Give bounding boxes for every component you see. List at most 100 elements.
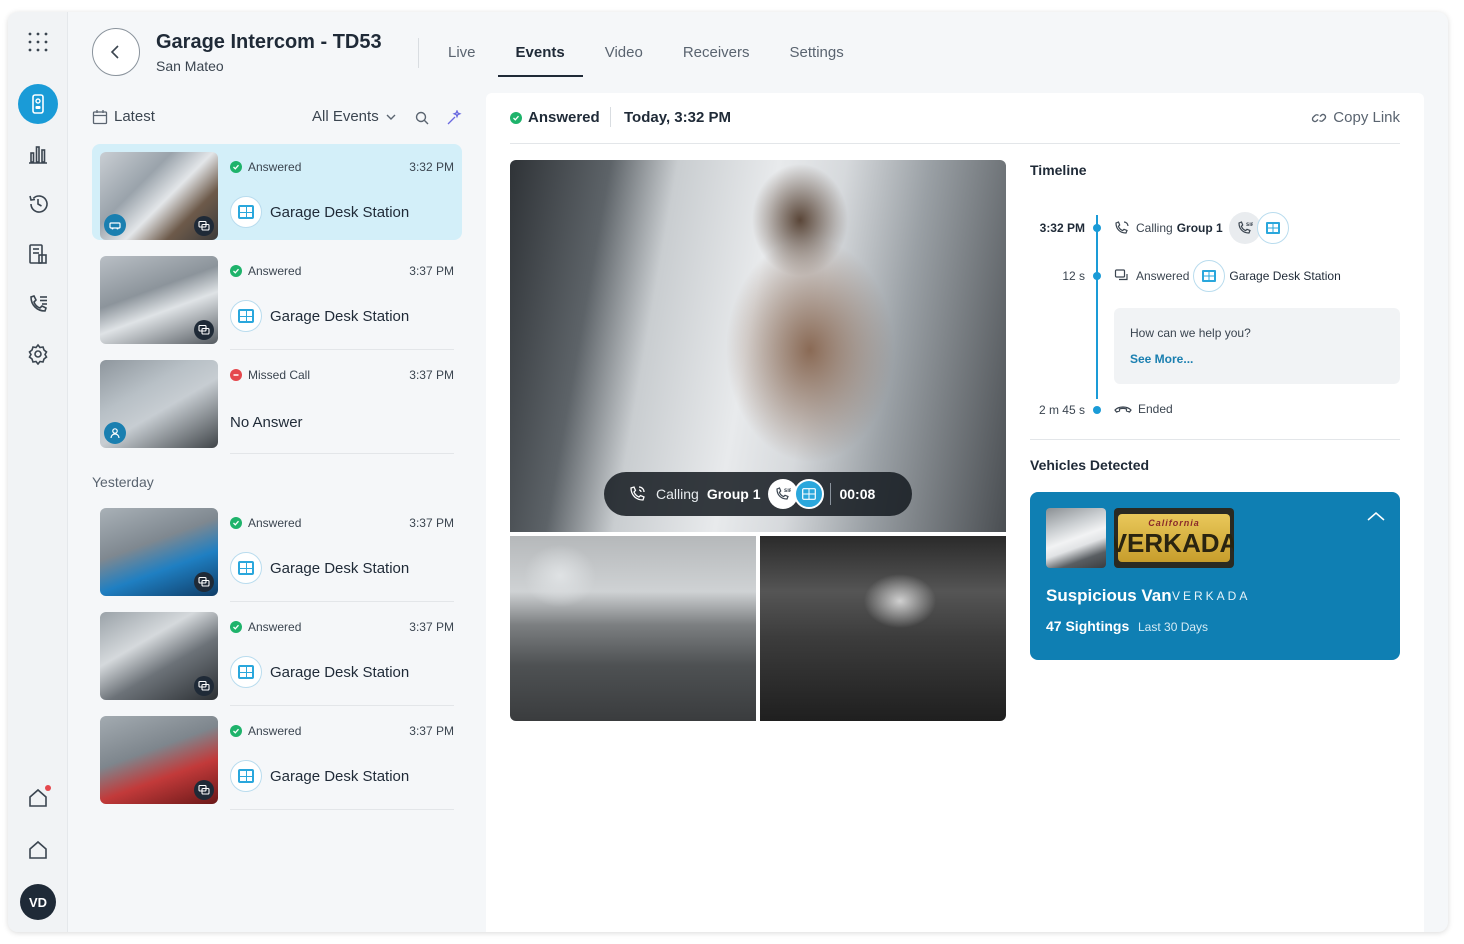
call-duration: 00:08	[839, 486, 876, 502]
event-filter-dropdown[interactable]: All Events	[312, 108, 397, 125]
apps-grid-icon[interactable]	[18, 22, 58, 62]
call-list-icon[interactable]	[18, 284, 58, 324]
desk-station-icon	[1193, 260, 1226, 292]
chevron-left-icon	[110, 45, 119, 59]
copy-link-button[interactable]: Copy Link	[1311, 109, 1400, 126]
event-thumbnail	[100, 256, 218, 344]
desk-station-icon	[230, 656, 262, 688]
check-circle-icon	[230, 725, 242, 737]
event-thumbnail	[100, 508, 218, 596]
history-icon[interactable]	[18, 184, 58, 224]
hang-up-icon	[1114, 406, 1132, 413]
tab-receivers[interactable]: Receivers	[665, 34, 768, 77]
header-divider	[418, 38, 419, 68]
event-list-item[interactable]: Answered 3:32 PM Garage Desk Station	[92, 144, 462, 240]
message-bubble: How can we help you? See More...	[1114, 308, 1400, 384]
event-destination: Garage Desk Station	[230, 656, 409, 688]
sip-phone-icon: SIP	[1228, 212, 1261, 244]
svg-text:SIP: SIP	[784, 488, 791, 494]
garage-camera-feed-2[interactable]	[760, 536, 1006, 721]
overlay-group-label: Group 1	[706, 486, 761, 502]
garage-camera-feed-1[interactable]	[510, 536, 756, 721]
timeline-dot	[1093, 406, 1101, 414]
search-icon[interactable]	[412, 108, 432, 128]
desk-station-icon	[1256, 212, 1289, 244]
chat-badge-icon	[194, 780, 214, 800]
call-status-overlay: Calling Group 1 SIP 00:08	[604, 472, 912, 516]
calendar-icon	[92, 109, 108, 124]
page-subtitle: San Mateo	[156, 58, 224, 74]
home-icon[interactable]	[18, 830, 58, 870]
vehicle-plate-text: VERKADA	[1172, 589, 1251, 603]
vehicle-card[interactable]: California VERKADA Suspicious Van VERKADA…	[1030, 492, 1400, 660]
timeline-heading: Timeline	[1030, 162, 1087, 178]
check-circle-icon	[230, 517, 242, 529]
event-time: 3:32 PM	[409, 160, 454, 174]
event-time: 3:37 PM	[409, 264, 454, 278]
vehicle-name: Suspicious Van	[1046, 586, 1172, 605]
back-button[interactable]	[92, 28, 140, 76]
check-circle-icon	[510, 111, 522, 124]
chevron-down-icon	[386, 114, 396, 120]
detail-timestamp: Today, 3:32 PM	[624, 109, 731, 126]
event-destination: Garage Desk Station	[230, 300, 409, 332]
user-avatar[interactable]: VD	[20, 884, 56, 920]
tab-events[interactable]: Events	[497, 34, 583, 77]
intercom-icon[interactable]	[18, 84, 58, 124]
chevron-up-icon[interactable]	[1366, 510, 1386, 522]
tab-live[interactable]: Live	[430, 34, 494, 77]
vehicles-heading: Vehicles Detected	[1030, 457, 1150, 473]
chat-badge-icon	[194, 216, 214, 236]
reports-icon[interactable]	[18, 234, 58, 274]
svg-text:SIP: SIP	[1246, 222, 1253, 228]
event-list-item[interactable]: Answered 3:37 PM Garage Desk Station	[92, 708, 462, 810]
tab-video[interactable]: Video	[587, 34, 661, 77]
section-heading-yesterday: Yesterday	[92, 474, 154, 490]
check-circle-icon	[230, 161, 242, 173]
vehicle-sightings: 47 Sightings	[1046, 618, 1130, 634]
message-text: How can we help you?	[1130, 326, 1251, 340]
main-video-feed[interactable]: Calling Group 1 SIP 00:08	[510, 160, 1006, 532]
event-time: 3:37 PM	[409, 516, 454, 530]
event-list-item[interactable]: Answered 3:37 PM Garage Desk Station	[92, 500, 462, 602]
desk-station-icon	[230, 300, 262, 332]
page-title: Garage Intercom - TD53	[156, 31, 382, 53]
see-more-link[interactable]: See More...	[1130, 352, 1384, 366]
license-plate-image: California VERKADA	[1114, 508, 1234, 568]
event-list-item[interactable]: Missed Call 3:37 PM No Answer	[92, 352, 462, 454]
ai-sparkle-icon[interactable]	[444, 108, 464, 128]
timeline-dot	[1093, 272, 1101, 280]
event-destination: Garage Desk Station	[230, 196, 409, 228]
chat-badge-icon	[194, 320, 214, 340]
timeline-track	[1096, 215, 1098, 399]
analytics-icon[interactable]	[18, 134, 58, 174]
event-status: Missed Call	[230, 368, 310, 382]
settings-icon[interactable]	[18, 334, 58, 374]
overlay-calling-label: Calling	[656, 486, 699, 502]
latest-label: Latest	[114, 108, 155, 125]
event-destination: No Answer	[230, 414, 303, 431]
latest-date-button[interactable]: Latest	[92, 108, 155, 125]
timeline-time: 12 s	[1062, 269, 1085, 283]
event-list-item[interactable]: Answered 3:37 PM Garage Desk Station	[92, 604, 462, 706]
event-thumbnail	[100, 152, 218, 240]
divider	[230, 349, 454, 350]
timeline-entry-calling: Calling Group 1 SIP	[1114, 212, 1289, 244]
notification-dot	[45, 785, 51, 791]
vehicle-period: Last 30 Days	[1138, 620, 1209, 634]
home-alert-icon[interactable]	[18, 778, 58, 818]
event-thumbnail	[100, 716, 218, 804]
desk-station-icon	[794, 479, 825, 509]
detail-status: Answered	[510, 109, 600, 126]
divider	[830, 483, 832, 505]
event-destination: Garage Desk Station	[230, 760, 409, 792]
tab-settings[interactable]: Settings	[772, 34, 862, 77]
divider	[230, 601, 454, 602]
divider	[510, 143, 1400, 144]
event-list-item[interactable]: Answered 3:37 PM Garage Desk Station	[92, 248, 462, 350]
event-time: 3:37 PM	[409, 724, 454, 738]
event-time: 3:37 PM	[409, 368, 454, 382]
event-destination: Garage Desk Station	[230, 552, 409, 584]
timeline-entry-ended: Ended	[1114, 402, 1173, 416]
desk-station-icon	[230, 760, 262, 792]
